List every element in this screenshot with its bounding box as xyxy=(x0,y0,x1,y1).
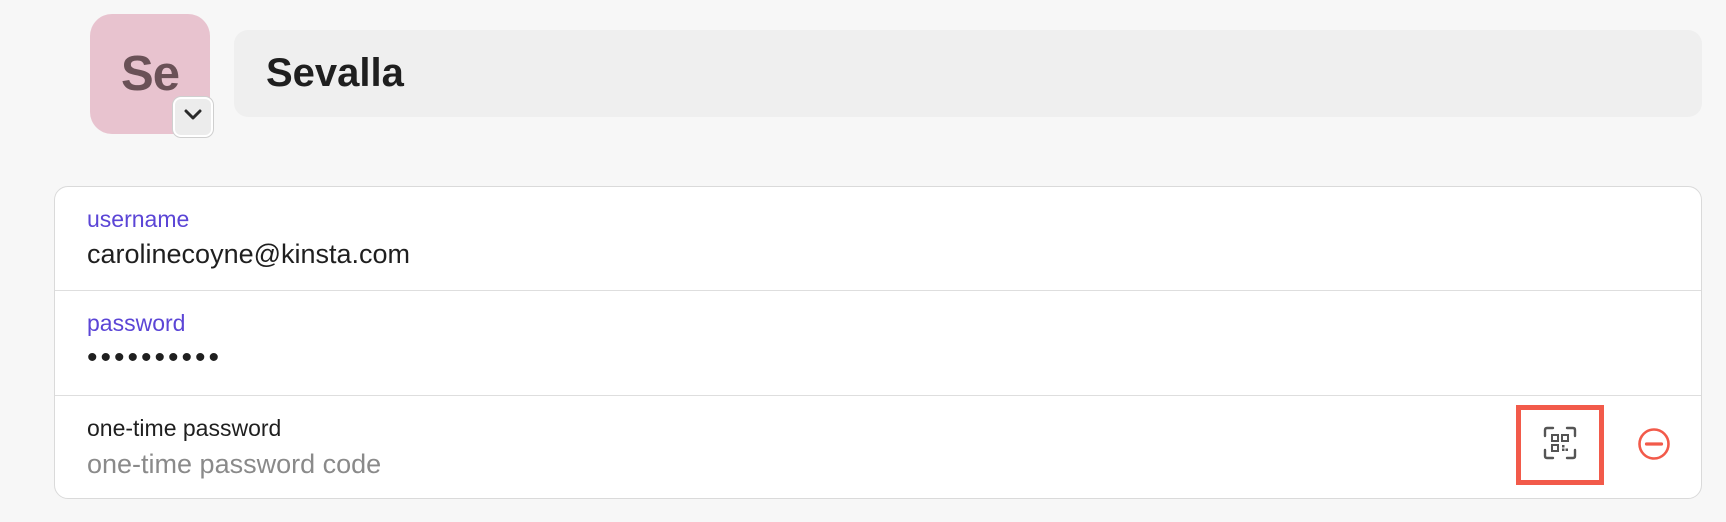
one-time-password-label: one-time password xyxy=(87,415,282,441)
item-editor: Se Sevalla username carolinecoyne@kinsta… xyxy=(0,0,1726,522)
item-title-field[interactable]: Sevalla xyxy=(234,30,1702,117)
chevron-down-icon xyxy=(184,108,202,126)
password-value[interactable]: •••••••••• xyxy=(87,341,222,375)
qr-code-scan-icon xyxy=(1543,426,1577,465)
username-field[interactable]: username carolinecoyne@kinsta.com xyxy=(55,187,1701,291)
avatar-initials: Se xyxy=(121,47,180,101)
password-field[interactable]: password •••••••••• xyxy=(55,291,1701,396)
one-time-password-field: one-time password xyxy=(55,396,1701,498)
remove-otp-field-button[interactable] xyxy=(1636,427,1672,466)
item-title: Sevalla xyxy=(266,51,404,95)
scan-qr-code-button[interactable] xyxy=(1516,405,1604,485)
username-value[interactable]: carolinecoyne@kinsta.com xyxy=(87,239,410,270)
avatar-dropdown-button[interactable] xyxy=(173,97,213,137)
login-fields-card: username carolinecoyne@kinsta.com passwo… xyxy=(54,186,1702,499)
one-time-password-input[interactable] xyxy=(87,445,987,483)
password-label: password xyxy=(87,310,186,336)
minus-circle-icon xyxy=(1637,427,1671,466)
username-label: username xyxy=(87,206,190,232)
